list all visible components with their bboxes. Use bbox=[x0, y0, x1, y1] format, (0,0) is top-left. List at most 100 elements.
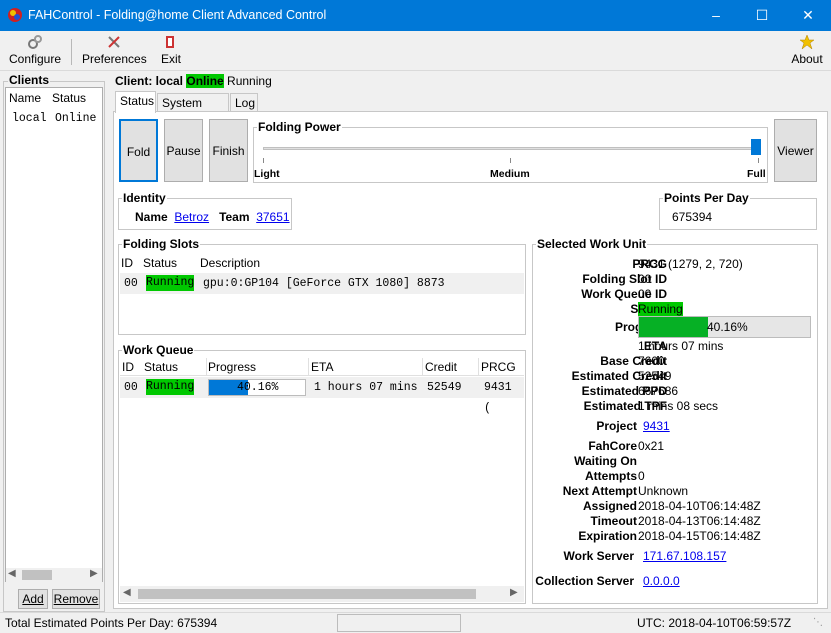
tab-status[interactable]: Status bbox=[115, 91, 156, 113]
configure-label: Configure bbox=[8, 52, 62, 66]
queue-progress-text: 40.16% bbox=[237, 381, 279, 394]
tab-system-info[interactable]: System Info bbox=[157, 93, 229, 128]
tab-log[interactable]: Log bbox=[230, 93, 258, 113]
slot-description: gpu:0:GP104 [GeForce GTX 1080] 8873 bbox=[203, 277, 445, 290]
scroll-right-icon[interactable]: ▶ bbox=[90, 568, 98, 579]
folding-power-track[interactable] bbox=[263, 147, 759, 150]
wu-assigned-value: 2018-04-10T06:14:48Z bbox=[638, 499, 761, 513]
queue-scroll-right-icon[interactable]: ▶ bbox=[510, 587, 518, 598]
wu-slot-label: Folding Slot ID bbox=[582, 272, 667, 286]
queue-eta: 1 hours 07 mins bbox=[314, 381, 418, 394]
selected-wu-title: Selected Work Unit bbox=[536, 237, 648, 251]
identity-name-label: Name bbox=[135, 210, 168, 224]
title-bar[interactable]: FAHControl - Folding@home Client Advance… bbox=[0, 0, 831, 31]
wu-project-label: Project bbox=[596, 419, 637, 433]
clients-col-name[interactable]: Name bbox=[9, 88, 41, 108]
about-button[interactable]: About bbox=[788, 34, 826, 66]
queue-row[interactable]: 00 Running 40.16% 1 hours 07 mins 52549 … bbox=[120, 377, 524, 415]
slots-col-description[interactable]: Description bbox=[200, 255, 260, 271]
preferences-label: Preferences bbox=[82, 52, 147, 66]
queue-credit: 52549 bbox=[427, 381, 462, 394]
identity-row: Name Betroz Team 37651 bbox=[135, 210, 290, 224]
minimize-icon[interactable]: – bbox=[693, 0, 739, 31]
status-utc: UTC: 2018-04-10T06:59:57Z bbox=[637, 616, 792, 630]
resize-grip-icon[interactable]: ⋱ bbox=[813, 617, 823, 628]
slot-row[interactable]: 00 Running gpu:0:GP104 [GeForce GTX 1080… bbox=[120, 273, 524, 294]
queue-col-progress[interactable]: Progress bbox=[206, 358, 256, 376]
viewer-button[interactable]: Viewer bbox=[774, 119, 817, 182]
tick-light bbox=[263, 158, 264, 163]
scroll-left-icon[interactable]: ◀ bbox=[8, 568, 16, 579]
queue-col-credit[interactable]: Credit bbox=[422, 358, 457, 376]
remove-client-button[interactable]: Remove bbox=[52, 589, 100, 609]
queue-col-status[interactable]: Status bbox=[144, 358, 178, 376]
window-title: FAHControl - Folding@home Client Advance… bbox=[28, 8, 327, 22]
ppd-title: Points Per Day bbox=[663, 191, 750, 205]
identity-title: Identity bbox=[122, 191, 167, 205]
toolbar-separator bbox=[71, 39, 72, 65]
exit-door-icon bbox=[166, 36, 174, 48]
wu-base-credit-value: 7600 bbox=[638, 354, 665, 368]
tick-medium bbox=[510, 158, 511, 163]
wu-prcg-value: 9431 (1279, 2, 720) bbox=[638, 257, 743, 271]
finish-button[interactable]: Finish bbox=[209, 119, 248, 182]
close-icon[interactable]: ✕ bbox=[785, 0, 831, 31]
queue-progress-bar: 40.16% bbox=[208, 379, 306, 396]
status-total-ppd: Total Estimated Points Per Day: 675394 bbox=[5, 616, 218, 630]
slots-col-status[interactable]: Status bbox=[143, 255, 177, 271]
configure-button[interactable]: Configure bbox=[7, 34, 63, 66]
queue-col-prcg[interactable]: PRCG bbox=[478, 358, 516, 376]
toolbar: Configure Preferences Exit About bbox=[0, 31, 831, 71]
queue-col-eta[interactable]: ETA bbox=[308, 358, 333, 376]
wu-work-server-link[interactable]: 171.67.108.157 bbox=[643, 549, 726, 563]
wu-project-link[interactable]: 9431 bbox=[643, 419, 670, 433]
preferences-button[interactable]: Preferences bbox=[82, 34, 147, 66]
power-light-label: Light bbox=[254, 168, 280, 180]
work-queue-title: Work Queue bbox=[122, 343, 195, 357]
queue-scroll-left-icon[interactable]: ◀ bbox=[123, 587, 131, 598]
slots-col-id[interactable]: ID bbox=[121, 255, 133, 271]
wu-collection-server-label: Collection Server bbox=[535, 574, 634, 588]
clients-title: Clients bbox=[8, 73, 51, 87]
folding-power-slider[interactable] bbox=[751, 139, 761, 155]
queue-col-id[interactable]: ID bbox=[122, 358, 134, 376]
ppd-value: 675394 bbox=[672, 210, 713, 224]
fah-app-icon bbox=[8, 8, 22, 22]
wu-fahcore-value: 0x21 bbox=[638, 439, 665, 453]
star-icon bbox=[799, 34, 815, 50]
maximize-icon[interactable]: ☐ bbox=[739, 0, 785, 31]
client-header-status: Online bbox=[186, 74, 224, 88]
clients-hscrollbar[interactable]: ◀ ▶ bbox=[6, 568, 102, 582]
client-header-label: Client: local bbox=[115, 74, 184, 88]
wu-queue-value: 00 bbox=[638, 287, 652, 301]
wu-est-tpf-value: 1 mins 08 secs bbox=[638, 399, 719, 413]
wu-timeout-value: 2018-04-13T06:14:48Z bbox=[638, 514, 761, 528]
clients-col-status[interactable]: Status bbox=[52, 88, 86, 108]
clients-list[interactable]: Name Status local Online ◀ ▶ bbox=[5, 87, 103, 582]
add-label: Add bbox=[22, 592, 44, 606]
wu-collection-server-link[interactable]: 0.0.0.0 bbox=[643, 574, 680, 588]
client-header-state: Running bbox=[227, 74, 272, 88]
remove-label: Remove bbox=[53, 592, 99, 606]
exit-button[interactable]: Exit bbox=[158, 34, 184, 66]
selected-wu-fields: PRCG 9431 (1279, 2, 720) Folding Slot ID… bbox=[533, 257, 817, 597]
queue-hscrollbar[interactable]: ◀ ▶ bbox=[120, 586, 524, 602]
add-client-button[interactable]: Add bbox=[18, 589, 48, 609]
wu-progress-fill bbox=[639, 317, 708, 337]
wu-progress-text: 40.16% bbox=[707, 320, 748, 334]
identity-name-link[interactable]: Betroz bbox=[174, 210, 209, 224]
client-row[interactable]: local Online bbox=[7, 110, 101, 128]
wu-timeout-label: Timeout bbox=[590, 514, 637, 528]
folding-slots-title: Folding Slots bbox=[122, 237, 200, 251]
queue-scroll-thumb[interactable] bbox=[138, 589, 476, 599]
client-header: Client: local Online Running bbox=[115, 74, 272, 90]
pause-button[interactable]: Pause bbox=[164, 119, 203, 182]
about-label: About bbox=[791, 52, 823, 66]
identity-team-label: Team bbox=[219, 210, 250, 224]
identity-team-link[interactable]: 37651 bbox=[256, 210, 289, 224]
client-status: Online bbox=[55, 112, 97, 125]
fold-button[interactable]: Fold bbox=[119, 119, 158, 182]
wu-attempts-label: Attempts bbox=[584, 469, 637, 483]
wu-est-ppd-value: 667686 bbox=[638, 384, 679, 398]
scroll-thumb[interactable] bbox=[22, 570, 52, 580]
